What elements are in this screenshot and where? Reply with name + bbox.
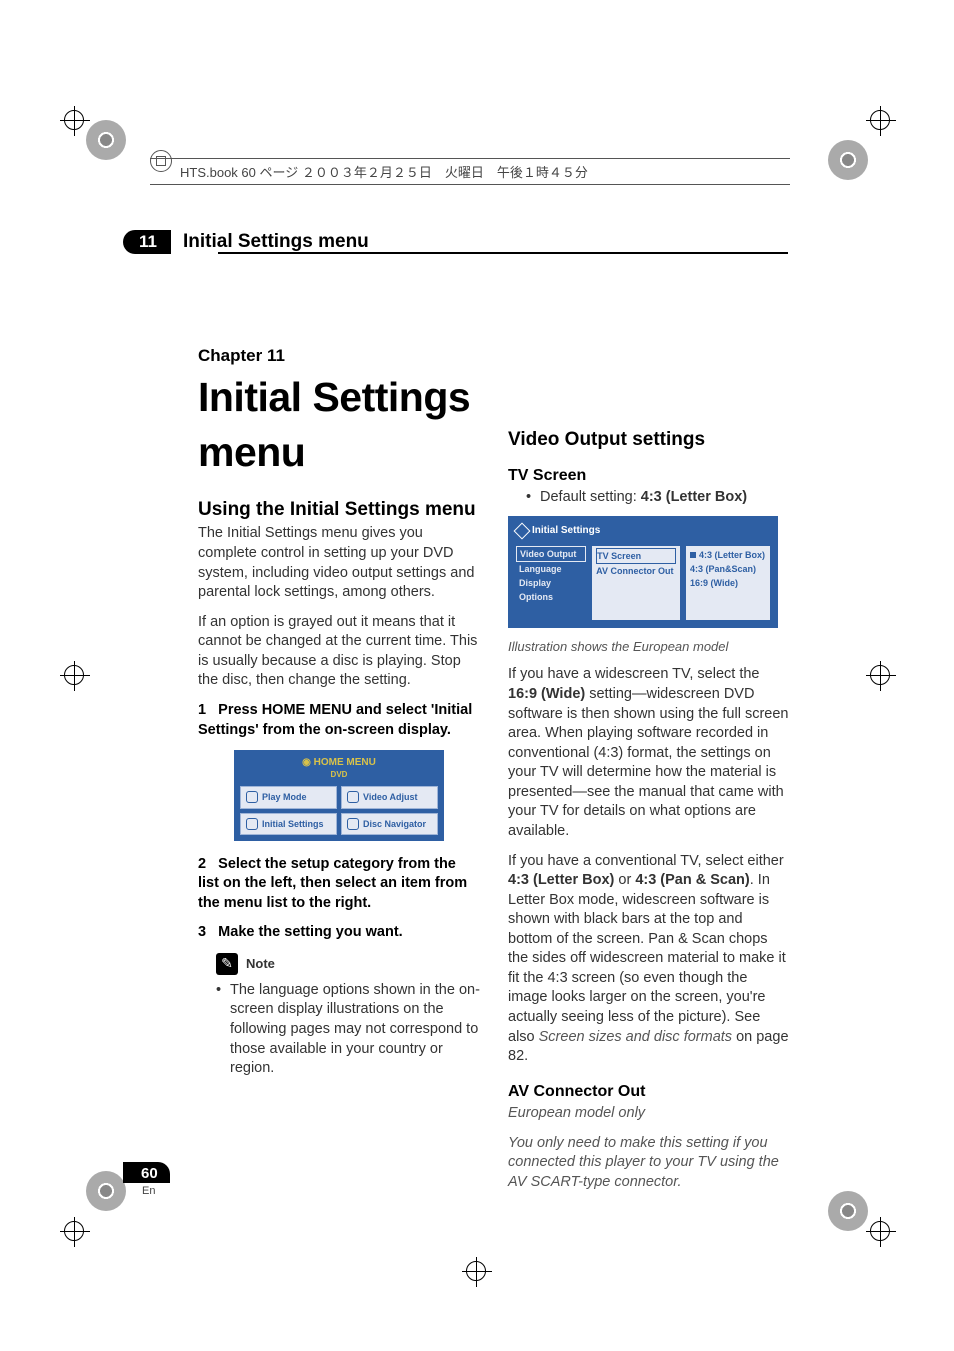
page-language: En xyxy=(142,1185,155,1197)
main-title: Initial Settings menu xyxy=(198,370,480,481)
step-number: 2 xyxy=(198,856,206,872)
settings-item-list: TV Screen AV Connector Out xyxy=(592,546,680,620)
item-av-connector-out[interactable]: AV Connector Out xyxy=(596,564,676,578)
letterbox-bold: 4:3 (Letter Box) xyxy=(508,872,614,888)
wide-setting-bold: 16:9 (Wide) xyxy=(508,686,585,702)
category-language[interactable]: Language xyxy=(516,562,586,576)
chapter-tab-title: Initial Settings menu xyxy=(183,231,369,253)
settings-icon xyxy=(514,522,531,539)
registration-rosette xyxy=(828,1191,868,1231)
crop-mark xyxy=(466,1261,486,1281)
tv-screen-heading: TV Screen xyxy=(508,465,790,487)
crop-mark xyxy=(870,110,890,130)
navigator-icon xyxy=(347,818,359,830)
settings-category-list: Video Output Language Display Options xyxy=(516,546,586,620)
section-video-output: Video Output settings xyxy=(508,429,790,451)
step-1: 1 Press HOME MENU and select 'Initial Se… xyxy=(198,701,480,740)
option-4-3-letterbox[interactable]: 4:3 (Letter Box) xyxy=(690,548,766,562)
disc-icon: ◉ xyxy=(302,757,314,768)
note-label: Note xyxy=(246,955,275,973)
chapter-tab: 11 Initial Settings menu xyxy=(123,230,369,254)
step-number: 1 xyxy=(198,702,206,718)
illustration-caption: Illustration shows the European model xyxy=(508,638,790,656)
av-note: You only need to make this setting if yo… xyxy=(508,1134,790,1193)
step-text: Select the setup category from the list … xyxy=(198,856,467,911)
adjust-icon xyxy=(347,791,359,803)
note-icon: ✎ xyxy=(216,953,238,975)
registration-rosette xyxy=(86,120,126,160)
book-header-text: HTS.book 60 ページ ２００３年２月２５日 火曜日 午後１時４５分 xyxy=(150,158,790,185)
crop-mark xyxy=(64,1221,84,1241)
category-video-output[interactable]: Video Output xyxy=(516,546,586,562)
note-row: ✎ Note xyxy=(216,953,480,975)
intro-para-1: The Initial Settings menu gives you comp… xyxy=(198,524,480,602)
intro-para-2: If an option is grayed out it means that… xyxy=(198,613,480,691)
right-column: Video Output settings TV Screen Default … xyxy=(508,345,790,1203)
content-area: Chapter 11 Initial Settings menu Using t… xyxy=(198,345,790,1203)
step-2: 2 Select the setup category from the lis… xyxy=(198,855,480,914)
home-menu-initial-settings[interactable]: Initial Settings xyxy=(240,813,337,835)
home-menu-play-mode[interactable]: Play Mode xyxy=(240,786,337,808)
home-menu-disc-navigator[interactable]: Disc Navigator xyxy=(341,813,438,835)
section-using-initial-settings: Using the Initial Settings menu xyxy=(198,499,480,521)
registration-rosette xyxy=(86,1171,126,1211)
step-text: Press HOME MENU and select 'Initial Sett… xyxy=(198,702,472,738)
item-tv-screen[interactable]: TV Screen xyxy=(596,548,676,564)
crop-mark xyxy=(64,665,84,685)
home-menu-title: ◉ HOME MENU DVD xyxy=(240,756,438,780)
conventional-para: If you have a conventional TV, select ei… xyxy=(508,852,790,1067)
european-only: European model only xyxy=(508,1104,790,1124)
initial-settings-ui: Initial Settings Video Output Language D… xyxy=(508,516,778,628)
settings-icon xyxy=(246,818,258,830)
widescreen-para: If you have a widescreen TV, select the … xyxy=(508,665,790,841)
step-text: Make the setting you want. xyxy=(218,924,403,940)
step-3: 3 Make the setting you want. xyxy=(198,923,480,943)
header-rule xyxy=(218,252,788,254)
default-value: 4:3 (Letter Box) xyxy=(641,489,747,505)
option-4-3-panscan[interactable]: 4:3 (Pan&Scan) xyxy=(690,562,766,576)
home-menu-video-adjust[interactable]: Video Adjust xyxy=(341,786,438,808)
crop-mark xyxy=(870,1221,890,1241)
chapter-label: Chapter 11 xyxy=(198,345,480,368)
option-16-9-wide[interactable]: 16:9 (Wide) xyxy=(690,576,766,590)
category-options[interactable]: Options xyxy=(516,590,586,604)
crop-mark xyxy=(64,110,84,130)
left-column: Chapter 11 Initial Settings menu Using t… xyxy=(198,345,480,1203)
note-bullet: The language options shown in the on-scr… xyxy=(216,981,480,1079)
crop-mark xyxy=(870,665,890,685)
page-number: 60 xyxy=(123,1162,170,1183)
initial-settings-title: Initial Settings xyxy=(516,524,770,538)
play-icon xyxy=(246,791,258,803)
home-menu-subtitle: DVD xyxy=(240,770,438,781)
panscan-bold: 4:3 (Pan & Scan) xyxy=(635,872,749,888)
default-setting-line: Default setting: 4:3 (Letter Box) xyxy=(526,488,790,508)
registration-rosette xyxy=(828,140,868,180)
category-display[interactable]: Display xyxy=(516,576,586,590)
step-number: 3 xyxy=(198,924,206,940)
chapter-number-pill: 11 xyxy=(123,230,171,254)
screen-sizes-ref: Screen sizes and disc formats xyxy=(539,1029,732,1045)
settings-option-list: 4:3 (Letter Box) 4:3 (Pan&Scan) 16:9 (Wi… xyxy=(686,546,770,620)
av-connector-heading: AV Connector Out xyxy=(508,1081,790,1103)
home-menu-ui: ◉ HOME MENU DVD Play Mode Video Adjust I… xyxy=(234,750,444,841)
